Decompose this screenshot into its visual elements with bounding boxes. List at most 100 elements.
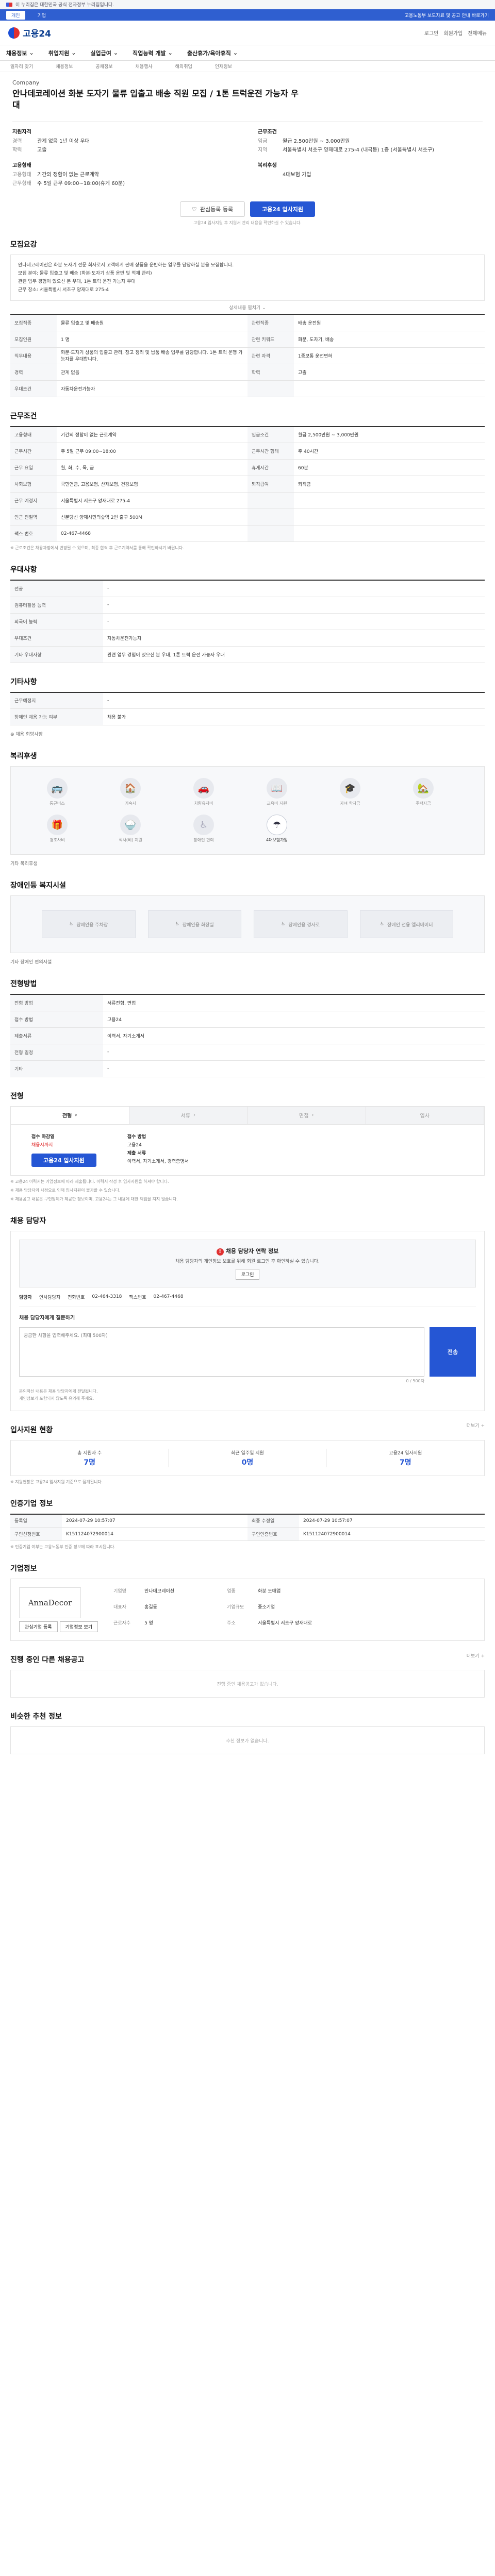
cell-value: 주 40시간 (294, 443, 485, 460)
gnb-item-benefit[interactable]: 실업급여 ⌄ (90, 49, 118, 57)
apply-tab[interactable]: 입사 (366, 1106, 484, 1124)
same-more-link[interactable]: 더보기 + (467, 1652, 485, 1659)
work-table: 고용형태 기간의 정함이 없는 근로계약 임금조건 월급 2,500만원 ~ 3,00… (10, 426, 485, 543)
gnb-item-training[interactable]: 직업능력 개발 ⌄ (133, 49, 173, 57)
cell-key: 기타 우대사항 (10, 646, 103, 663)
all-menu-link[interactable]: 전체메뉴 (468, 29, 487, 37)
welfare-label: 경조사비 (50, 838, 65, 843)
cell-key: 근무 예정지 (10, 492, 57, 510)
stats-more-link[interactable]: 더보기 + (467, 1422, 485, 1429)
welfare-item: 🚌 통근버스 (31, 778, 83, 806)
gnb-item-leave[interactable]: 출산휴가/육아휴직 ⌄ (187, 49, 238, 57)
logo-text: 고용24 (23, 29, 51, 39)
cell-value (294, 525, 485, 543)
etc-table: 근무예정지 - 장애인 채용 가능 여부 채용 불가 (10, 691, 485, 726)
chevron-down-icon: ⌄ (113, 49, 119, 56)
apply-tab-label: 면접 (299, 1113, 309, 1120)
summary-row: 임금 월급 2,500만원 ~ 3,000만원 (258, 137, 483, 146)
signup-link[interactable]: 회원가입 (443, 29, 463, 37)
cell-key: 전형 방법 (10, 994, 103, 1011)
cell-key: 휴게시간 (248, 459, 294, 477)
tab-personal[interactable]: 개인 (6, 10, 25, 20)
subnav-item[interactable]: 채용행사 (136, 63, 153, 70)
table-row: 인근 전철역 신분당선 양재시민의숲역 2번 출구 500M (10, 509, 485, 526)
info-table: 등록일 2024-07-29 10:57:07 최종 수정일 2024-07-29 1… (10, 1513, 485, 1541)
cell-value: 고졸 (294, 364, 485, 381)
notice-link[interactable]: 고용노동부 보도자료 및 공고 안내 바로가기 (405, 12, 489, 19)
cell-value: 월, 화, 수, 목, 금 (57, 459, 248, 477)
apply-tab[interactable]: 서류 › (129, 1106, 248, 1124)
cell-key: 팩스 번호 (10, 525, 57, 543)
cell-value: 화분, 도자기, 배송 (294, 331, 485, 348)
table-row: 고용형태 기간의 정함이 없는 근로계약 임금조건 월급 2,500만원 ~ 3,00… (10, 426, 485, 444)
summary-key: 근무형태 (12, 181, 31, 187)
cell-value: 2024-07-29 10:57:07 (62, 1514, 248, 1528)
alert-text: 채용 담당자의 개인정보 보호를 위해 회원 로그인 후 확인하실 수 있습니다… (175, 1259, 320, 1264)
ask-send-button[interactable]: 전송 (430, 1327, 476, 1377)
company-value: 홍길동 (144, 1605, 157, 1611)
cell-value: 고용24 (103, 1011, 485, 1028)
subnav-item[interactable]: 일자리 찾기 (10, 63, 33, 70)
logo-mark-icon (8, 27, 20, 39)
cell-value: 관련 업무 경험이 있으신 분 우대, 1톤 트럭 운전 가능자 우대 (103, 646, 485, 663)
apply-tab[interactable]: 전형 › (11, 1106, 129, 1124)
table-row: 등록일 2024-07-29 10:57:07 최종 수정일 2024-07-29 1… (10, 1514, 485, 1528)
deadline-label: 접수 마감일 (31, 1134, 55, 1140)
etc-link[interactable]: ⊕ 채용 희망사항 (10, 731, 485, 737)
company-info-button[interactable]: 기업정보 보기 (59, 1621, 98, 1633)
apply-tab[interactable]: 면접 › (248, 1106, 366, 1124)
detail-line: 관련 업무 경험이 있으신 분 우대, 1톤 트럭 운전 가능자 우대 (18, 279, 136, 285)
company-key: 업종 (227, 1589, 236, 1595)
company-logo: AnnaDecor (19, 1587, 81, 1619)
apply-tab-label: 전형 (62, 1113, 72, 1120)
gnb-item-jobs[interactable]: 채용정보 ⌄ (6, 49, 34, 57)
login-link[interactable]: 로그인 (424, 29, 439, 37)
company-value: 서울특별시 서초구 양재대로 (258, 1621, 312, 1626)
logo[interactable]: 고용24 (8, 26, 51, 39)
cell-value: 1 명 (57, 331, 248, 348)
company-key: 근로자수 (113, 1621, 131, 1626)
wheelchair-icon: ♿ (380, 922, 385, 927)
cell-value: 국민연금, 고용보험, 산재보험, 건강보험 (57, 476, 248, 493)
favorite-button[interactable]: ♡ 관심등록 등록 (180, 201, 245, 217)
gov-notice: 이 누리집은 대한민국 공식 전자정부 누리집입니다. (15, 3, 114, 8)
contact-login-button[interactable]: 로그인 (235, 1268, 260, 1280)
heart-icon: ♡ (192, 206, 197, 213)
cell-key: 근무시간 형태 (248, 443, 294, 460)
subnav-item[interactable]: 인재정보 (215, 63, 232, 70)
cell-key: 근무시간 (10, 443, 57, 460)
ask-textarea[interactable] (19, 1327, 424, 1377)
cell-value: 기간의 정함이 없는 근로계약 (57, 426, 248, 444)
chevron-right-icon: › (193, 1112, 195, 1118)
section-title-company: 기업정보 (10, 1565, 37, 1573)
table-row: 외국어 능력 - (10, 613, 485, 630)
subnav-item[interactable]: 해외취업 (175, 63, 192, 70)
cell-key (248, 492, 294, 510)
welfare-label: 기숙사 (124, 801, 137, 806)
cell-value (294, 380, 485, 397)
summary-left: 지원자격 경력 관계 없음 1년 이상 우대 학력 고졸 고용형태 고용형태 기간의 정함이 … (12, 127, 237, 194)
cell-key: 장애인 채용 가능 여부 (10, 708, 103, 726)
expand-label: 상세내용 펼치기 (229, 306, 261, 311)
contact-phone-label: 전화번호 (68, 1295, 85, 1300)
company-box: AnnaDecor 관심기업 등록 기업정보 보기 기업명 안나데코레이션 업종 화분… (10, 1579, 485, 1641)
company-favorite-button[interactable]: 관심기업 등록 (19, 1621, 58, 1633)
apply-button-2[interactable]: 고용24 입사지원 (31, 1153, 96, 1167)
table-row: 접수 방법 고용24 (10, 1011, 485, 1028)
welfare-label: 자녀 학자금 (340, 801, 360, 806)
wheelchair-icon: ♿ (69, 922, 74, 927)
cell-key: 기타 (10, 1060, 103, 1077)
subnav-item[interactable]: 채용정보 (56, 63, 73, 70)
welfare-label: 통근버스 (50, 801, 65, 806)
summary-value: 관계 없음 1년 이상 우대 (37, 139, 90, 145)
subnav-item[interactable]: 공채정보 (95, 63, 112, 70)
table-row: 전형 일정 - (10, 1044, 485, 1061)
company-name[interactable]: Company (12, 79, 483, 86)
welfare-label: 식사(비) 지원 (119, 838, 142, 843)
meal-icon: 🍚 (120, 815, 141, 836)
gnb-item-support[interactable]: 취업지원 ⌄ (48, 49, 76, 57)
summary-value: 서울특별시 서초구 양재대로 275-4 (내곡동) 1층 (서울특별시 서초구… (283, 147, 435, 154)
tab-company[interactable]: 기업 (32, 11, 52, 20)
apply-button[interactable]: 고용24 입사지원 (250, 201, 315, 217)
expand-button[interactable]: 상세내용 펼치기 ⌄ (0, 304, 495, 311)
